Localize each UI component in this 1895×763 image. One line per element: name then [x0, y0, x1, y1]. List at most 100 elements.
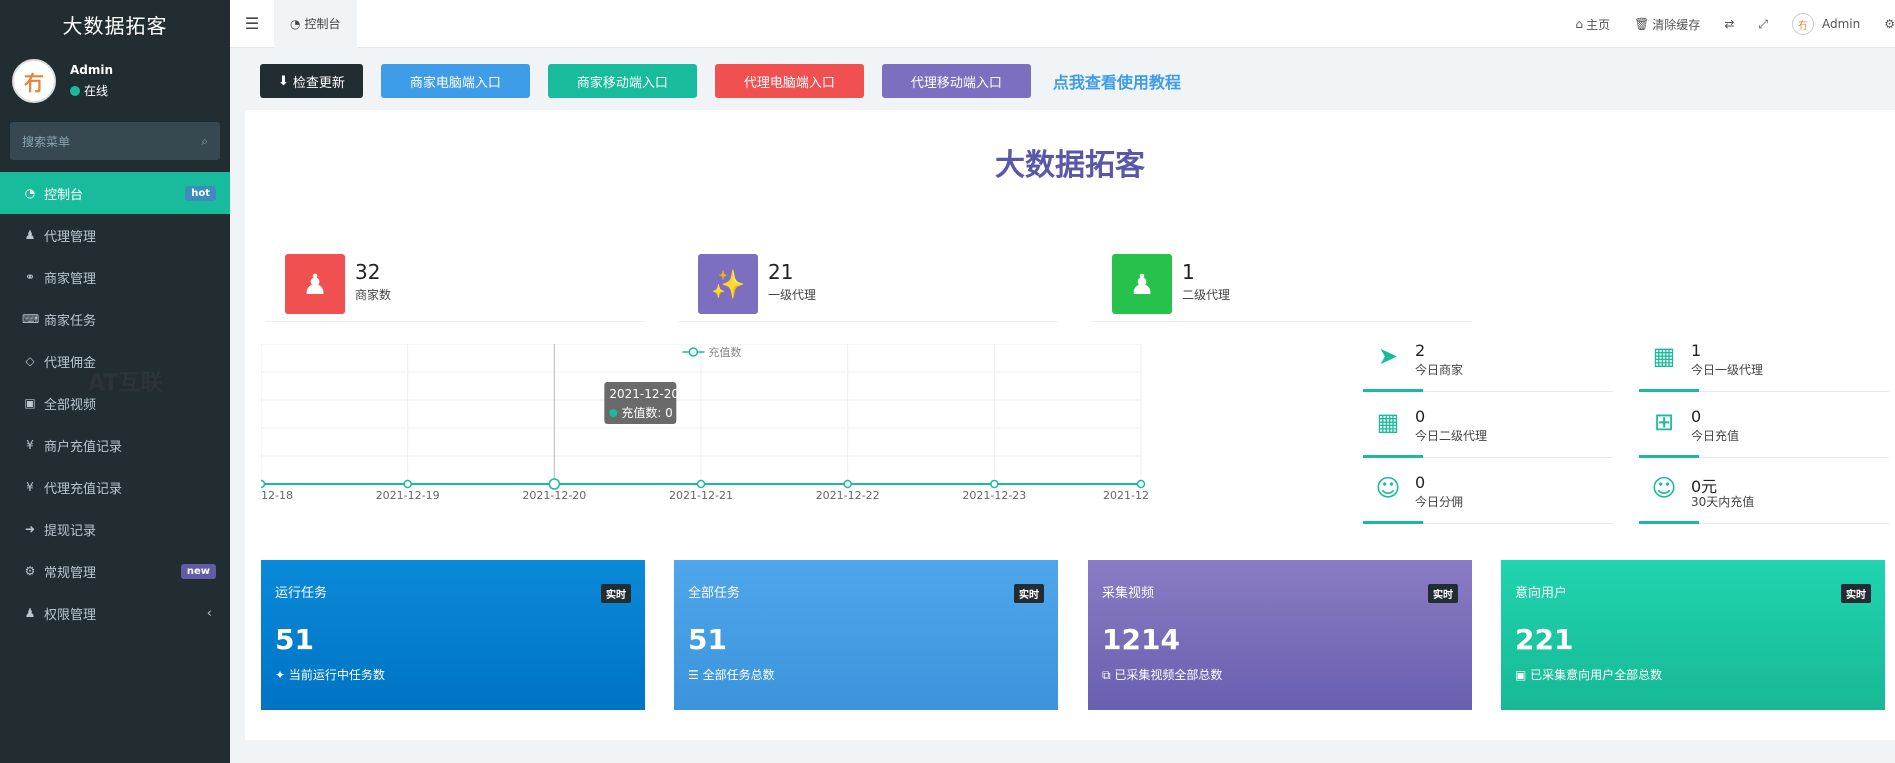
handshake-icon: ⚭: [24, 270, 36, 284]
merchant-pc-button[interactable]: 商家电脑端入口: [380, 64, 530, 98]
agent-mobile-button[interactable]: 代理移动端入口: [881, 64, 1031, 98]
mini-stat-30day-recharge: ☺ 0元 30天内充值: [1639, 469, 1889, 524]
sidebar-item-label: 代理充值记录: [44, 481, 123, 497]
image-icon: ▣: [1515, 668, 1527, 682]
chart-tick-label: 2021-12: [1103, 489, 1149, 502]
chart-tick-label: 2021-12-20: [522, 489, 586, 502]
chart-tooltip-date: 2021-12-20: [609, 387, 679, 401]
mini-stat-label: 今日分佣: [1415, 495, 1464, 509]
info-box-label: 二级代理: [1182, 288, 1231, 302]
file-video-icon: ▣: [24, 396, 36, 410]
sidebar-item-permissions[interactable]: ♟ 权限管理 ‹: [0, 592, 230, 634]
card-subtitle: 已采集视频全部总数: [1114, 668, 1223, 682]
new-badge: new: [180, 563, 216, 579]
search-icon[interactable]: ⌕: [201, 134, 208, 149]
sidebar-item-general[interactable]: ⚙ 常规管理 new: [0, 550, 230, 592]
language-toggle-icon[interactable]: ⇄: [1712, 17, 1746, 31]
sidebar: 大数据拓客 冇 Admin 在线 搜索菜单 ⌕ ◔ 控制台 hot ♟ 代理管理…: [0, 0, 230, 763]
sidebar-item-all-videos[interactable]: ▣ 全部视频: [0, 382, 230, 424]
card-title: 运行任务: [275, 586, 328, 601]
info-box-value: 1: [1182, 260, 1195, 284]
sidebar-item-label: 控制台: [44, 187, 84, 203]
mini-stat-underline: [1363, 521, 1423, 524]
main-panel: 大数据拓客 ♟ 32 商家数 ✨ 21 一级代理 ♟ 1 二级代理 12-18 2…: [245, 110, 1895, 740]
chart-point: [990, 479, 999, 489]
chevron-left-icon[interactable]: ‹: [207, 606, 212, 621]
hot-badge: hot: [185, 185, 216, 201]
sidebar-item-dashboard[interactable]: ◔ 控制台 hot: [0, 172, 230, 214]
recharge-line-chart[interactable]: 12-18 2021-12-19 2021-12-20 2021-12-21 2021-…: [261, 344, 1331, 544]
chart-point: [548, 478, 561, 490]
info-box-value: 21: [768, 260, 794, 284]
mini-stat-underline: [1363, 455, 1423, 458]
realtime-badge: 实时: [1841, 584, 1871, 603]
check-update-button[interactable]: ⬇ 检查更新: [260, 64, 363, 98]
mini-stat-label: 30天内充值: [1691, 495, 1755, 509]
clear-cache-button[interactable]: 🗑 清除缓存: [1622, 16, 1712, 33]
app-logo[interactable]: 大数据拓客: [0, 0, 230, 48]
yen-icon: ¥: [26, 438, 34, 452]
calendar-plus-icon: ⊞: [1653, 408, 1675, 436]
sidebar-item-label: 全部视频: [44, 397, 97, 413]
sidebar-item-label: 提现记录: [44, 523, 97, 539]
mini-stat-underline: [1639, 455, 1699, 458]
mini-stat-today-recharge: ⊞ 0 今日充值: [1639, 403, 1889, 458]
sign-in-icon: ➜: [24, 522, 36, 536]
card-title: 意向用户: [1515, 586, 1568, 601]
online-status-icon: [70, 85, 80, 96]
sidebar-item-withdrawals[interactable]: ➜ 提现记录: [0, 508, 230, 550]
trash-icon: 🗑: [1634, 17, 1650, 31]
info-box-level2-agents: ♟ 1 二级代理: [1092, 240, 1472, 322]
admin-menu[interactable]: 冇 Admin: [1780, 13, 1872, 35]
chart-legend-marker: [688, 347, 699, 357]
sidebar-item-merchant-recharge[interactable]: ¥ 商户充值记录: [0, 424, 230, 466]
sidebar-item-merchant-tasks[interactable]: ⌨ 商家任务: [0, 298, 230, 340]
search-input[interactable]: 搜索菜单 ⌕: [10, 122, 220, 160]
dashboard-icon: ◔: [24, 186, 36, 200]
header-avatar: 冇: [1791, 13, 1814, 35]
chart-tooltip-marker: [609, 409, 618, 417]
stat-card-collected-videos[interactable]: 采集视频 实时 1214 ⧉ 已采集视频全部总数: [1088, 560, 1472, 710]
tutorial-link[interactable]: 点我查看使用教程: [1053, 69, 1181, 93]
chart-tick-label: 2021-12-21: [669, 489, 733, 502]
stat-card-intended-users[interactable]: 意向用户 实时 221 ▣ 已采集意向用户全部总数: [1501, 560, 1885, 710]
sidebar-item-label: 权限管理: [44, 607, 97, 623]
cogs-icon: ⚙: [24, 564, 36, 578]
fullscreen-icon[interactable]: ⤢: [1746, 17, 1780, 32]
sidebar-item-merchant-management[interactable]: ⚭ 商家管理: [0, 256, 230, 298]
card-value: 1214: [1102, 623, 1180, 656]
realtime-badge: 实时: [1428, 584, 1458, 603]
mini-stat-label: 今日商家: [1415, 363, 1464, 377]
search-placeholder: 搜索菜单: [22, 134, 71, 149]
keyboard-icon: ⌨: [22, 312, 40, 326]
avatar[interactable]: 冇: [12, 59, 56, 103]
agent-pc-button[interactable]: 代理电脑端入口: [714, 64, 864, 98]
user-panel: 冇 Admin 在线: [0, 48, 230, 114]
stat-card-running-tasks[interactable]: 运行任务 实时 51 ✦ 当前运行中任务数: [261, 560, 645, 710]
id-card-icon: ▦: [1652, 342, 1676, 370]
chart-tick-label: 2021-12-19: [376, 489, 440, 502]
mini-stat-value: 1: [1691, 341, 1702, 360]
admin-label: Admin: [1821, 17, 1861, 31]
merchant-mobile-button[interactable]: 商家移动端入口: [547, 64, 697, 98]
menu-toggle-icon[interactable]: ☰: [230, 14, 274, 33]
settings-icon[interactable]: ⚙: [1872, 17, 1895, 31]
chart-point: [843, 479, 852, 489]
stat-card-all-tasks[interactable]: 全部任务 实时 51 ☰ 全部任务总数: [674, 560, 1058, 710]
yen-icon: ¥: [26, 480, 34, 494]
sidebar-item-label: 代理管理: [44, 229, 97, 245]
users-icon: ♟: [24, 606, 36, 620]
magic-icon: ✦: [275, 668, 286, 682]
tab-dashboard[interactable]: ◔ 控制台: [274, 0, 357, 48]
sidebar-item-agent-management[interactable]: ♟ 代理管理: [0, 214, 230, 256]
home-link[interactable]: ⌂ 主页: [1563, 16, 1622, 33]
sidebar-item-agent-commission[interactable]: ◇ 代理佣金: [0, 340, 230, 382]
mini-stat-label: 今日二级代理: [1415, 429, 1488, 443]
sidebar-item-agent-recharge[interactable]: ¥ 代理充值记录: [0, 466, 230, 508]
mini-stat-today-level1: ▦ 1 今日一级代理: [1639, 337, 1889, 392]
tab-label: 控制台: [304, 17, 341, 31]
card-value: 221: [1515, 623, 1574, 656]
sidebar-item-label: 商户充值记录: [44, 439, 123, 455]
chart-point: [1136, 479, 1146, 489]
chart-tick-label: 2021-12-22: [816, 489, 880, 502]
